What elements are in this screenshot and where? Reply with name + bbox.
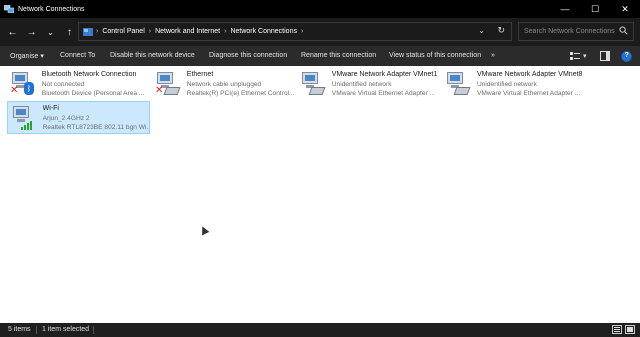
status-bar: 5 items 1 item selected	[0, 323, 640, 337]
navigation-bar: ← → ⌄ ↑ › Control Panel › Network and In…	[0, 18, 640, 46]
connection-name: VMware Network Adapter VMnet1	[331, 71, 438, 78]
address-bar[interactable]: › Control Panel › Network and Internet ›…	[78, 22, 512, 41]
connections-list: ᛒ ✕ Bluetooth Network Connection Not con…	[0, 66, 640, 323]
forward-button[interactable]: →	[22, 21, 41, 43]
rename-connection-button[interactable]: Rename this connection	[301, 52, 376, 59]
command-bar: Organise ▾ Connect To Disable this netwo…	[0, 46, 640, 66]
connection-item-wifi[interactable]: Wi-Fi Arjun_2.4GHz 2 Realtek RTL8723BE 8…	[7, 101, 150, 134]
minimize-button[interactable]: —	[550, 0, 580, 18]
connection-name: Ethernet	[186, 71, 214, 78]
disable-device-button[interactable]: Disable this network device	[110, 52, 195, 59]
connection-name: Wi-Fi	[42, 105, 59, 112]
connection-status: Unidentified network	[477, 80, 537, 88]
selection-count: 1 item selected	[42, 326, 90, 333]
title-bar: Network Connections — ☐ ✕	[0, 0, 640, 18]
connection-item-bluetooth[interactable]: ᛒ ✕ Bluetooth Network Connection Not con…	[7, 68, 149, 100]
search-icon[interactable]	[619, 26, 628, 37]
connection-item-vmnet8[interactable]: VMware Network Adapter VMnet8 Unidentifi…	[442, 68, 587, 100]
connection-status: Network cable unplugged	[186, 80, 262, 88]
preview-pane-icon[interactable]	[600, 50, 610, 62]
search-placeholder: Search Network Connections	[524, 28, 615, 35]
up-button[interactable]: ↑	[60, 21, 79, 43]
ethernet-adapter-icon	[300, 70, 328, 98]
close-button[interactable]: ✕	[610, 0, 640, 18]
recent-locations-button[interactable]: ⌄	[41, 21, 60, 43]
connection-status: Unidentified network	[331, 80, 392, 88]
connection-item-vmnet1[interactable]: VMware Network Adapter VMnet1 Unidentifi…	[297, 68, 439, 100]
change-view-icon[interactable]	[570, 50, 580, 62]
address-dropdown-icon[interactable]: ⌄	[478, 26, 485, 35]
breadcrumb-separator: ›	[96, 28, 99, 35]
more-commands-button[interactable]: »	[491, 52, 495, 59]
bluetooth-adapter-icon: ᛒ ✕	[10, 70, 38, 98]
disconnected-x-icon: ✕	[10, 85, 19, 96]
status-divider	[93, 326, 94, 334]
details-view-icon[interactable]	[612, 325, 622, 334]
window-title: Network Connections	[18, 5, 85, 13]
window-controls: — ☐ ✕	[550, 0, 640, 18]
connection-status: Arjun_2.4GHz 2	[42, 114, 90, 122]
network-connections-window: Network Connections — ☐ ✕ ← → ⌄ ↑ › Cont…	[0, 0, 640, 337]
connect-to-button[interactable]: Connect To	[60, 52, 95, 59]
connection-device: VMware Virtual Ethernet Adapter ...	[477, 90, 581, 97]
ethernet-adapter-icon: ✕	[155, 70, 183, 98]
breadcrumb-network-connections[interactable]: Network Connections	[230, 28, 297, 35]
breadcrumb-separator[interactable]: ›	[149, 28, 151, 35]
signal-strength-icon	[21, 120, 35, 130]
disconnected-x-icon: ✕	[155, 85, 164, 96]
breadcrumb-separator[interactable]: ›	[224, 28, 226, 35]
breadcrumb-control-panel[interactable]: Control Panel	[102, 28, 144, 35]
connection-name: Bluetooth Network Connection	[41, 71, 137, 78]
back-button[interactable]: ←	[3, 21, 22, 43]
network-connections-app-icon	[3, 4, 15, 14]
organise-menu[interactable]: Organise ▾	[10, 52, 44, 60]
large-icons-view-icon[interactable]	[625, 325, 635, 334]
connection-device: VMware Virtual Ethernet Adapter ...	[331, 90, 436, 97]
connection-status: Not connected	[41, 80, 85, 88]
search-input[interactable]: Search Network Connections	[518, 22, 634, 41]
view-options-dropdown-icon[interactable]: ▾	[583, 52, 587, 60]
refresh-icon[interactable]: ↻	[497, 25, 505, 36]
breadcrumb-separator[interactable]: ›	[301, 28, 303, 35]
maximize-button[interactable]: ☐	[580, 0, 610, 18]
breadcrumb-network-and-internet[interactable]: Network and Internet	[155, 28, 220, 35]
control-panel-icon	[83, 27, 93, 36]
connection-device: Bluetooth Device (Personal Area ...	[41, 90, 145, 97]
connection-device: Realtek RTL8723BE 802.11 bgn Wi...	[42, 124, 149, 131]
connection-name: VMware Network Adapter VMnet8	[477, 71, 583, 78]
bluetooth-icon: ᛒ	[24, 82, 34, 95]
view-status-button[interactable]: View status of this connection	[389, 52, 481, 59]
help-icon[interactable]: ?	[621, 50, 632, 62]
connection-device: Realtek(R) PCI(e) Ethernet Control...	[186, 90, 294, 97]
wifi-adapter-icon	[11, 104, 39, 132]
item-count: 5 items	[8, 326, 31, 333]
ethernet-adapter-icon	[445, 70, 473, 98]
connection-item-ethernet[interactable]: ✕ Ethernet Network cable unplugged Realt…	[152, 68, 294, 100]
diagnose-connection-button[interactable]: Diagnose this connection	[209, 52, 287, 59]
status-divider	[36, 326, 37, 334]
